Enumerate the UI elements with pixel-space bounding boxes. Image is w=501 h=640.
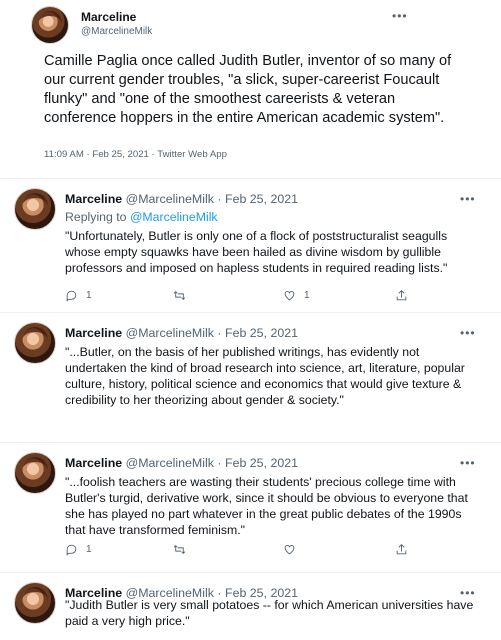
author-handle[interactable]: @MarcelineMilk	[126, 326, 214, 340]
retweet-icon	[173, 544, 186, 554]
reply-count: 1	[86, 289, 92, 301]
like-count: 1	[304, 289, 310, 301]
more-icon[interactable]: •••	[460, 456, 476, 470]
author-handle[interactable]: @MarcelineMilk	[126, 456, 214, 470]
reply-header: Marceline @MarcelineMilk · Feb 25, 2021	[65, 456, 298, 470]
reply-button[interactable]: 1	[65, 540, 92, 558]
tweet-meta[interactable]: 11:09 AM · Feb 25, 2021 · Twitter Web Ap…	[44, 149, 227, 160]
retweet-button[interactable]	[173, 286, 194, 304]
reply-icon	[66, 544, 77, 556]
tweet-date[interactable]: Feb 25, 2021	[225, 456, 298, 470]
avatar[interactable]	[31, 6, 69, 44]
reply-header: Marceline @MarcelineMilk · Feb 25, 2021	[65, 192, 298, 206]
reply-button[interactable]: 1	[65, 286, 92, 304]
avatar[interactable]	[14, 452, 56, 494]
share-icon	[396, 543, 407, 554]
replying-mention[interactable]: @MarcelineMilk	[130, 210, 218, 224]
replying-to: Replying to @MarcelineMilk	[65, 210, 218, 224]
replying-label: Replying to	[65, 210, 130, 224]
tweet-text: "...Butler, on the basis of her publishe…	[65, 345, 465, 407]
main-tweet: Marceline @MarcelineMilk ••• Camille Pag…	[0, 0, 501, 170]
action-bar: 1	[65, 540, 425, 558]
share-button[interactable]	[395, 286, 408, 304]
tweet-text: "Judith Butler is very small potatoes --…	[65, 598, 474, 628]
author-name[interactable]: Marceline	[81, 10, 136, 24]
reply-tweet[interactable]: Marceline @MarcelineMilk · Feb 25, 2021 …	[0, 572, 501, 640]
tweet-date[interactable]: Feb 25, 2021	[225, 192, 298, 206]
action-bar: 1 1	[65, 286, 425, 304]
tweet-date[interactable]: Feb 25, 2021	[225, 326, 298, 340]
author-handle[interactable]: @MarcelineMilk	[126, 192, 214, 206]
more-icon[interactable]: •••	[392, 9, 408, 23]
reply-count: 1	[86, 543, 92, 555]
reply-tweet[interactable]: Marceline @MarcelineMilk · Feb 25, 2021 …	[0, 442, 501, 570]
author-name[interactable]: Marceline	[65, 456, 122, 470]
heart-icon	[284, 544, 295, 554]
reply-tweet[interactable]: Marceline @MarcelineMilk · Feb 25, 2021 …	[0, 178, 501, 310]
separator: ·	[217, 326, 222, 340]
tweet-text: Camille Paglia once called Judith Butler…	[44, 53, 452, 126]
retweet-button[interactable]	[173, 540, 194, 558]
author-handle[interactable]: @MarcelineMilk	[81, 26, 152, 37]
author-name[interactable]: Marceline	[65, 326, 122, 340]
avatar[interactable]	[14, 322, 56, 364]
separator: ·	[217, 456, 222, 470]
reply-tweet[interactable]: Marceline @MarcelineMilk · Feb 25, 2021 …	[0, 312, 501, 440]
avatar[interactable]	[14, 188, 56, 230]
tweet-text: "...foolish teachers are wasting their s…	[65, 475, 468, 537]
tweet-text: "Unfortunately, Butler is only one of a …	[65, 229, 448, 275]
reply-icon	[66, 290, 77, 302]
share-icon	[396, 289, 407, 300]
author-name[interactable]: Marceline	[65, 192, 122, 206]
avatar[interactable]	[14, 582, 56, 624]
like-button[interactable]: 1	[283, 286, 310, 304]
more-icon[interactable]: •••	[460, 326, 476, 340]
share-button[interactable]	[395, 540, 408, 558]
retweet-icon	[173, 290, 186, 300]
heart-icon	[284, 290, 295, 300]
more-icon[interactable]: •••	[460, 192, 476, 206]
like-button[interactable]	[283, 540, 304, 558]
separator: ·	[217, 192, 222, 206]
reply-header: Marceline @MarcelineMilk · Feb 25, 2021	[65, 326, 298, 340]
